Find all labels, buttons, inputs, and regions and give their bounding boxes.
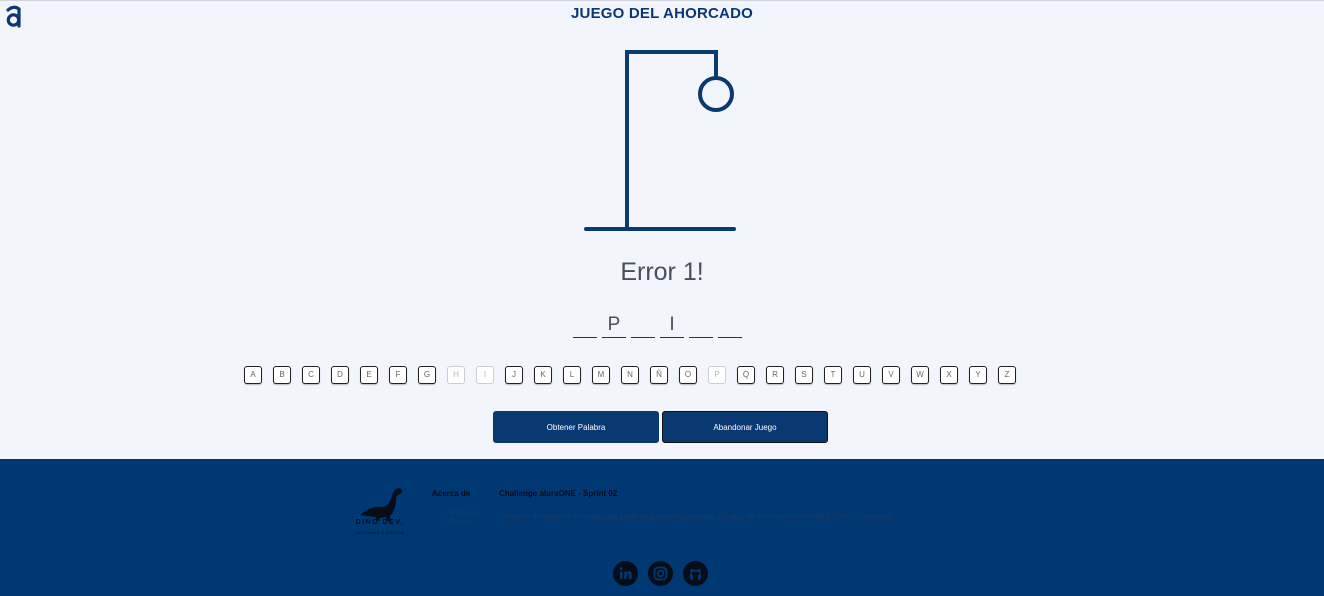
brand-name: DINO DEV. — [355, 519, 405, 526]
key-o[interactable]: O — [679, 366, 697, 384]
linkedin-icon[interactable] — [613, 561, 638, 586]
challenge-title: Challenge aluraONE - Sprint 02 — [499, 489, 618, 498]
letter-slot — [631, 313, 655, 338]
letter-slot — [689, 313, 713, 338]
letter-slot: I — [660, 313, 684, 338]
key-q[interactable]: Q — [737, 366, 755, 384]
key-d[interactable]: D — [331, 366, 349, 384]
key-v[interactable]: V — [882, 366, 900, 384]
key-m[interactable]: M — [592, 366, 610, 384]
key-e[interactable]: E — [360, 366, 378, 384]
key-c[interactable]: C — [302, 366, 320, 384]
key-f[interactable]: F — [389, 366, 407, 384]
top-border — [0, 0, 1324, 1]
challenge-description: Proyecto del juego de ahorcado para pone… — [503, 514, 894, 521]
letter-slot — [718, 313, 742, 338]
key-b[interactable]: B — [273, 366, 291, 384]
social-links — [613, 561, 708, 586]
key-t[interactable]: T — [824, 366, 842, 384]
page-title: JUEGO DEL AHORCADO — [571, 5, 753, 22]
key-y[interactable]: Y — [969, 366, 987, 384]
key-x[interactable]: X — [940, 366, 958, 384]
key-h[interactable]: H — [447, 366, 465, 384]
key-i[interactable]: I — [476, 366, 494, 384]
key-w[interactable]: W — [911, 366, 929, 384]
hangman-drawing — [584, 50, 736, 231]
key-g[interactable]: G — [418, 366, 436, 384]
key-u[interactable]: U — [853, 366, 871, 384]
get-word-button[interactable]: Obtener Palabra — [493, 411, 659, 443]
key-s[interactable]: S — [795, 366, 813, 384]
letter-keyboard: ABCDEFGHIJKLMNÑOPQRSTUVWXYZ — [244, 366, 1016, 384]
key-ñ[interactable]: Ñ — [650, 366, 668, 384]
letter-slot: P — [602, 313, 626, 338]
instagram-icon[interactable] — [648, 561, 673, 586]
key-a[interactable]: A — [244, 366, 262, 384]
letter-slot — [573, 313, 597, 338]
about-link-empresa[interactable]: Empresa — [450, 509, 478, 518]
key-p[interactable]: P — [708, 366, 726, 384]
brand-tagline: SISTEMAS A MEDIDA — [355, 530, 405, 535]
key-k[interactable]: K — [534, 366, 552, 384]
github-icon[interactable] — [683, 561, 708, 586]
about-heading: Acerca de — [432, 489, 471, 498]
game-message: Error 1! — [620, 258, 704, 286]
about-link-equipo[interactable]: Equipo — [450, 518, 478, 527]
key-z[interactable]: Z — [998, 366, 1016, 384]
about-links: Empresa Equipo — [440, 509, 478, 527]
key-n[interactable]: N — [621, 366, 639, 384]
key-j[interactable]: J — [505, 366, 523, 384]
key-l[interactable]: L — [563, 366, 581, 384]
quit-game-button[interactable]: Abandonar Juego — [662, 411, 828, 443]
key-r[interactable]: R — [766, 366, 784, 384]
word-slots: P I — [573, 313, 742, 338]
